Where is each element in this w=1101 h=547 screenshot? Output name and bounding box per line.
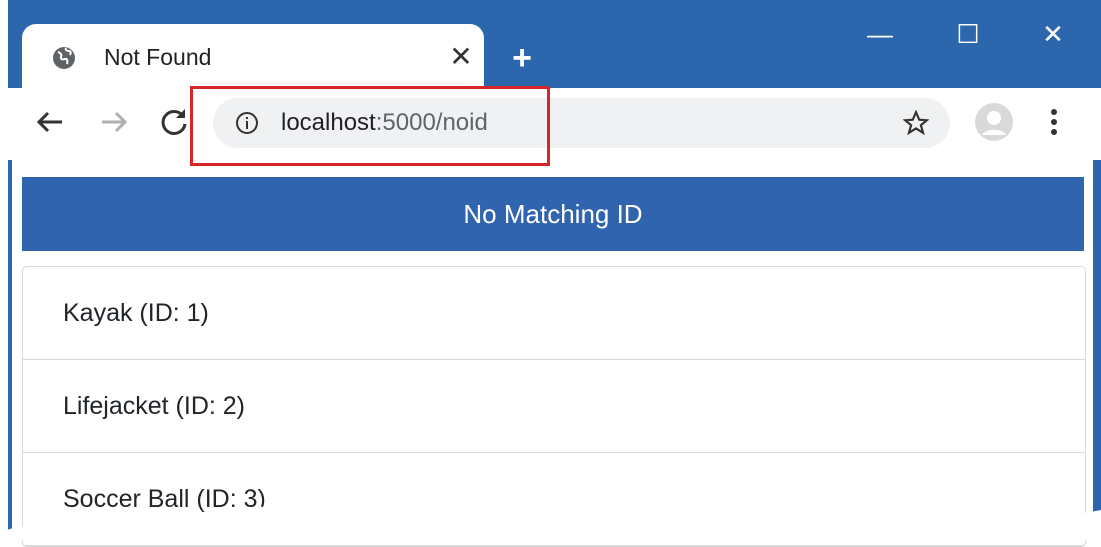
forward-arrow-icon[interactable] [94, 102, 134, 142]
maximize-button[interactable]: ☐ [948, 14, 988, 54]
tab-title: Not Found [104, 44, 212, 70]
menu-dots-icon[interactable] [1044, 102, 1064, 142]
new-tab-button[interactable]: + [506, 40, 538, 76]
list-item: Kayak (ID: 1) [23, 267, 1085, 360]
torn-edge [0, 504, 1101, 540]
profile-avatar-icon[interactable] [974, 102, 1014, 142]
reload-icon[interactable] [154, 102, 194, 142]
address-highlight-box [190, 86, 550, 166]
title-bar: Not Found ✕ + — ☐ ✕ [8, 0, 1101, 90]
browser-toolbar: localhost:5000/noid [8, 88, 1101, 160]
browser-tab[interactable]: Not Found ✕ [22, 24, 484, 90]
page-banner: No Matching ID [22, 177, 1084, 251]
back-arrow-icon[interactable] [30, 102, 70, 142]
globe-icon [53, 47, 75, 69]
tab-close-button[interactable]: ✕ [447, 39, 475, 75]
bookmark-star-icon[interactable] [903, 110, 929, 136]
minimize-button[interactable]: — [860, 14, 900, 54]
close-window-button[interactable]: ✕ [1033, 14, 1073, 54]
browser-window: Not Found ✕ + — ☐ ✕ localhost:5000/noid [8, 0, 1101, 547]
list-item: Lifejacket (ID: 2) [23, 360, 1085, 453]
